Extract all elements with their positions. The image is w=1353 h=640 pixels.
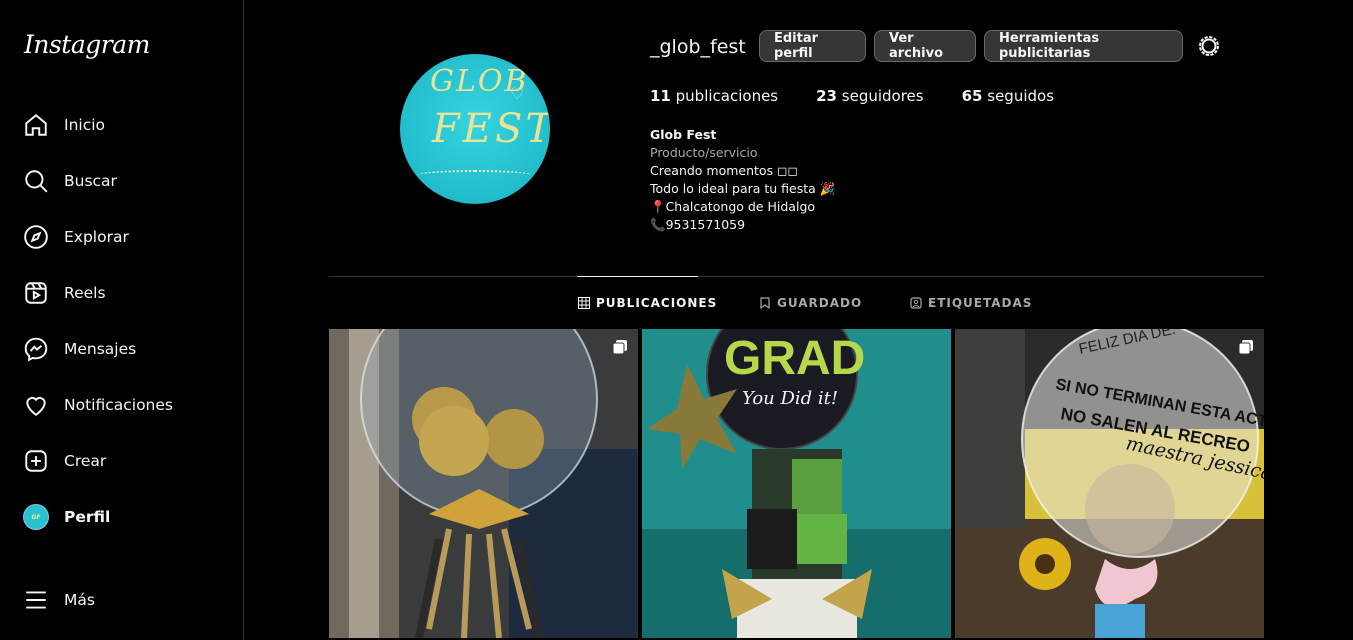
heart-doodle-icon: ♡ — [510, 84, 525, 103]
following-count[interactable]: 65 seguidos — [962, 87, 1054, 105]
sidebar: Instagram Inicio Buscar Explorar Reels M… — [0, 0, 244, 640]
instagram-logo[interactable]: Instagram — [24, 30, 150, 59]
nav-inicio[interactable]: Inicio — [22, 110, 105, 140]
followers-count[interactable]: 23 seguidores — [816, 87, 923, 105]
post-image: GRAD You Did it! — [642, 329, 951, 638]
posts-count[interactable]: 11 publicaciones — [650, 87, 778, 105]
bio-line: Creando momentos ◻◻ — [650, 163, 798, 178]
profile-stats: 11 publicaciones 23 seguidores 65 seguid… — [650, 87, 1092, 105]
balloon-grad-text: GRAD — [724, 332, 865, 385]
posts-label: publicaciones — [675, 87, 779, 105]
bio-category: Producto/servicio — [650, 145, 758, 160]
nav-explorar[interactable]: Explorar — [22, 222, 129, 252]
reels-icon — [22, 279, 50, 307]
nav-label: Reels — [64, 284, 106, 302]
bio-line: Todo lo ideal para tu fiesta 🎉 — [650, 181, 836, 196]
tab-publicaciones[interactable]: PUBLICACIONES — [578, 296, 717, 310]
followers-label: seguidores — [841, 87, 924, 105]
grid-icon — [578, 297, 590, 309]
following-label: seguidos — [987, 87, 1055, 105]
nav-label: Buscar — [64, 172, 117, 190]
nav-crear[interactable]: Crear — [22, 446, 106, 476]
tab-label: ETIQUETADAS — [928, 296, 1033, 310]
profile-main: GLOB ♡ FEST _glob_fest Editar perfil Ver… — [245, 0, 1353, 640]
followers-number: 23 — [816, 87, 837, 105]
multiple-posts-icon — [1238, 340, 1253, 355]
nav-label: Notificaciones — [64, 396, 173, 414]
nav-label: Inicio — [64, 116, 106, 134]
nav-label: Mensajes — [64, 340, 137, 358]
tab-label: PUBLICACIONES — [596, 296, 718, 310]
nav-notificaciones[interactable]: Notificaciones — [22, 390, 173, 420]
plus-square-icon — [22, 447, 50, 475]
tab-label: GUARDADO — [777, 296, 863, 310]
tab-etiquetadas[interactable]: ETIQUETADAS — [910, 296, 1032, 310]
bio-phone: 📞9531571059 — [650, 217, 746, 232]
nav-label: Crear — [64, 452, 107, 470]
profile-avatar-large[interactable]: GLOB ♡ FEST — [400, 54, 550, 204]
tab-guardado[interactable]: GUARDADO — [759, 296, 862, 310]
profile-bio: Glob Fest Producto/servicio Creando mome… — [650, 126, 835, 234]
profile-avatar: GF — [22, 503, 50, 531]
post-thumbnail[interactable]: GRAD You Did it! — [642, 329, 951, 638]
profile-username: _glob_fest — [650, 36, 746, 58]
ad-tools-button[interactable]: Herramientas publicitarias — [984, 30, 1183, 62]
compass-icon — [22, 223, 50, 251]
heart-icon — [22, 391, 50, 419]
search-icon — [22, 167, 50, 195]
nav-mensajes[interactable]: Mensajes — [22, 334, 136, 364]
post-thumbnail[interactable] — [329, 329, 638, 638]
nav-reels[interactable]: Reels — [22, 278, 106, 308]
balloon-sub-text: You Did it! — [742, 388, 838, 409]
following-number: 65 — [961, 87, 983, 105]
edit-profile-button[interactable]: Editar perfil — [759, 30, 866, 62]
bio-location: 📍Chalcatongo de Hidalgo — [650, 199, 816, 214]
messenger-icon — [22, 335, 50, 363]
multiple-posts-icon — [612, 340, 627, 355]
nav-label: Más — [64, 591, 95, 609]
bio-name: Glob Fest — [650, 127, 717, 142]
avatar-logo-text: FEST — [432, 106, 550, 152]
nav-label: Perfil — [64, 508, 111, 526]
post-image: FELIZ DIA DE: SI NO TERMINAN ESTA ACTI N… — [955, 329, 1264, 638]
nav-mas[interactable]: Más — [22, 585, 95, 615]
nav-label: Explorar — [64, 228, 129, 246]
bookmark-icon — [760, 297, 770, 309]
tabs-divider — [329, 276, 1264, 277]
post-image — [329, 329, 638, 638]
settings-gear-icon[interactable] — [1197, 34, 1221, 58]
nav-buscar[interactable]: Buscar — [22, 166, 117, 196]
menu-icon — [22, 586, 50, 614]
tagged-icon — [910, 297, 922, 309]
home-icon — [22, 111, 50, 139]
post-thumbnail[interactable]: FELIZ DIA DE: SI NO TERMINAN ESTA ACTI N… — [955, 329, 1264, 638]
nav-perfil[interactable]: GF Perfil — [22, 502, 110, 532]
active-tab-indicator — [577, 276, 698, 277]
string-lights-decoration — [418, 170, 532, 180]
view-archive-button[interactable]: Ver archivo — [874, 30, 976, 62]
posts-number: 11 — [650, 87, 671, 105]
